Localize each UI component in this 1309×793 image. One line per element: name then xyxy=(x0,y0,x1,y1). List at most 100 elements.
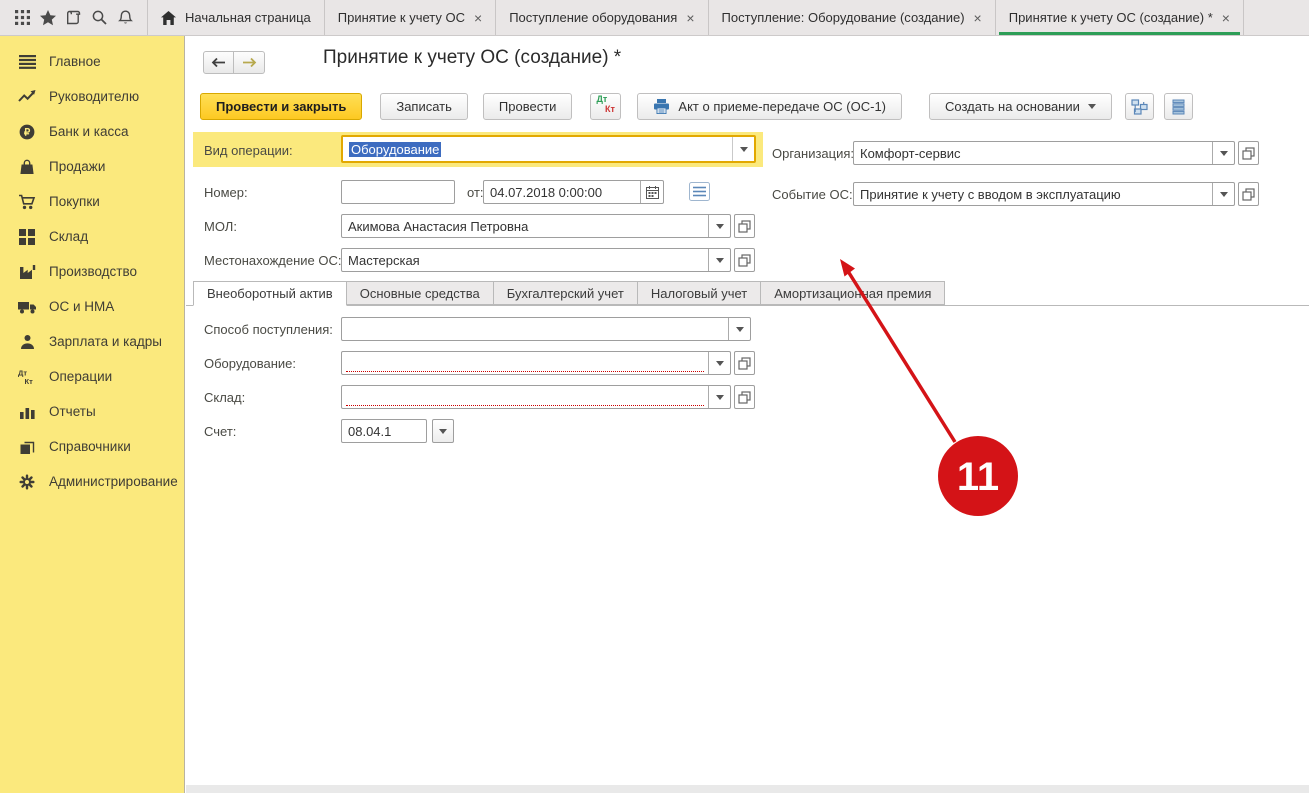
books-icon xyxy=(16,438,38,456)
organization-open-button[interactable] xyxy=(1238,141,1259,165)
dropdown-button[interactable] xyxy=(1212,142,1234,164)
sidebar-item-label: Администрирование xyxy=(49,474,178,489)
sidebar-item-purchases[interactable]: Покупки xyxy=(0,184,184,219)
sidebar-item-manager[interactable]: Руководителю xyxy=(0,79,184,114)
close-icon[interactable]: × xyxy=(1222,10,1230,26)
tab-home[interactable]: Начальная страница xyxy=(148,0,325,35)
dropdown-button[interactable] xyxy=(708,352,730,374)
receipt-method-field[interactable] xyxy=(341,317,751,341)
notifications-bell-icon[interactable] xyxy=(115,8,135,28)
os-event-open-button[interactable] xyxy=(1238,182,1259,206)
sidebar-item-sales[interactable]: Продажи xyxy=(0,149,184,184)
printer-icon xyxy=(653,99,670,114)
history-icon[interactable] xyxy=(64,8,84,28)
number-field[interactable] xyxy=(341,180,455,204)
tab-accounting[interactable]: Бухгалтерский учет xyxy=(492,281,638,305)
calendar-button[interactable] xyxy=(640,181,663,203)
tab-acceptance-list[interactable]: Принятие к учету ОС × xyxy=(325,0,497,35)
create-based-on-button[interactable]: Создать на основании xyxy=(929,93,1112,120)
page-title: Принятие к учету ОС (создание) * xyxy=(323,47,622,68)
organization-field[interactable]: Комфорт-сервис xyxy=(853,141,1235,165)
sidebar-item-label: Справочники xyxy=(49,439,131,454)
search-icon[interactable] xyxy=(89,8,109,28)
write-button[interactable]: Записать xyxy=(380,93,468,120)
location-label: Местонахождение ОС: xyxy=(204,253,342,268)
tab-label: Поступление оборудования xyxy=(509,10,678,25)
tab-acceptance-new-active[interactable]: Принятие к учету ОС (создание) * × xyxy=(996,0,1244,35)
report-structure-button[interactable] xyxy=(1163,93,1193,120)
equipment-label: Оборудование: xyxy=(204,356,297,371)
trend-icon xyxy=(16,88,38,106)
tab-label: Поступление: Оборудование (создание) xyxy=(721,10,965,25)
dropdown-button[interactable] xyxy=(708,215,730,237)
dropdown-button[interactable] xyxy=(1212,183,1234,205)
gear-icon xyxy=(16,473,38,491)
close-icon[interactable]: × xyxy=(974,10,982,26)
forward-button[interactable] xyxy=(234,51,265,74)
date-field[interactable]: 04.07.2018 0:00:00 xyxy=(483,180,664,204)
mol-field[interactable]: Акимова Анастасия Петровна xyxy=(341,214,731,238)
tab-label: Принятие к учету ОС (создание) * xyxy=(1008,10,1213,25)
equipment-open-button[interactable] xyxy=(734,351,755,375)
close-icon[interactable]: × xyxy=(686,10,694,26)
dtkt-postings-button[interactable]: Дт Кт xyxy=(590,93,622,120)
sidebar-item-fixed-assets[interactable]: ОС и НМА xyxy=(0,289,184,324)
location-field[interactable]: Мастерская xyxy=(341,248,731,272)
post-and-close-button[interactable]: Провести и закрыть xyxy=(200,93,363,120)
tab-noncurrent-asset[interactable]: Внеоборотный актив xyxy=(193,281,347,306)
post-button[interactable]: Провести xyxy=(482,93,573,120)
home-icon xyxy=(161,10,176,25)
related-documents-button[interactable] xyxy=(1124,93,1154,120)
sidebar-item-label: Зарплата и кадры xyxy=(49,334,162,349)
tab-receipt-equipment-new[interactable]: Поступление: Оборудование (создание) × xyxy=(709,0,996,35)
blocks-grid-icon xyxy=(16,228,38,246)
sidebar-item-main[interactable]: Главное xyxy=(0,44,184,79)
dropdown-button[interactable] xyxy=(732,137,754,161)
sidebar-item-salary-hr[interactable]: Зарплата и кадры xyxy=(0,324,184,359)
tab-equipment-receipt-list[interactable]: Поступление оборудования × xyxy=(496,0,709,35)
os-event-field[interactable]: Принятие к учету с вводом в эксплуатацию xyxy=(853,182,1235,206)
sidebar-item-warehouse[interactable]: Склад xyxy=(0,219,184,254)
equipment-field[interactable] xyxy=(341,351,731,375)
apps-menu-icon[interactable] xyxy=(12,8,32,28)
annotation-number: 11 xyxy=(957,455,999,499)
mol-open-button[interactable] xyxy=(734,214,755,238)
tab-depreciation-bonus[interactable]: Амортизационная премия xyxy=(760,281,946,305)
section-sidebar: Главное Руководителю ₽ Банк и касса Прод… xyxy=(0,36,185,793)
sidebar-item-administration[interactable]: Администрирование xyxy=(0,464,184,499)
warehouse-field[interactable] xyxy=(341,385,731,409)
sidebar-item-label: Операции xyxy=(49,369,113,384)
print-act-button[interactable]: Акт о приеме-передаче ОС (ОС-1) xyxy=(637,93,903,120)
ruble-icon: ₽ xyxy=(16,123,38,141)
dropdown-button[interactable] xyxy=(708,386,730,408)
operation-type-label: Вид операции: xyxy=(204,143,293,158)
warehouse-open-button[interactable] xyxy=(734,385,755,409)
back-button[interactable] xyxy=(203,51,234,74)
svg-text:₽: ₽ xyxy=(24,127,31,138)
sidebar-item-directories[interactable]: Справочники xyxy=(0,429,184,464)
document-form: Принятие к учету ОС (создание) * Провест… xyxy=(186,37,1309,793)
sidebar-item-bank-cash[interactable]: ₽ Банк и касса xyxy=(0,114,184,149)
favorites-star-icon[interactable] xyxy=(38,8,58,28)
annotation-arrowhead xyxy=(840,259,855,277)
dropdown-button[interactable] xyxy=(728,318,750,340)
account-dropdown-button[interactable] xyxy=(432,419,454,443)
sidebar-item-production[interactable]: Производство xyxy=(0,254,184,289)
dropdown-button[interactable] xyxy=(708,249,730,271)
create-based-on-label: Создать на основании xyxy=(945,99,1080,114)
document-journal-button[interactable] xyxy=(689,182,710,204)
sidebar-item-operations[interactable]: Дт Кт Операции xyxy=(0,359,184,394)
tab-tax-accounting[interactable]: Налоговый учет xyxy=(636,281,762,305)
tab-fixed-assets[interactable]: Основные средства xyxy=(345,281,494,305)
sidebar-item-label: Склад xyxy=(49,229,89,244)
open-link-icon xyxy=(1242,146,1255,160)
close-icon[interactable]: × xyxy=(474,10,482,26)
operation-type-field[interactable]: Оборудование xyxy=(341,135,756,163)
warehouse-label: Склад: xyxy=(204,390,246,405)
dt-label: Дт xyxy=(596,94,608,104)
location-open-button[interactable] xyxy=(734,248,755,272)
sidebar-item-reports[interactable]: Отчеты xyxy=(0,394,184,429)
account-field[interactable]: 08.04.1 xyxy=(341,419,427,443)
bottom-scroll-strip[interactable] xyxy=(186,785,1309,793)
cart-icon xyxy=(16,193,38,211)
